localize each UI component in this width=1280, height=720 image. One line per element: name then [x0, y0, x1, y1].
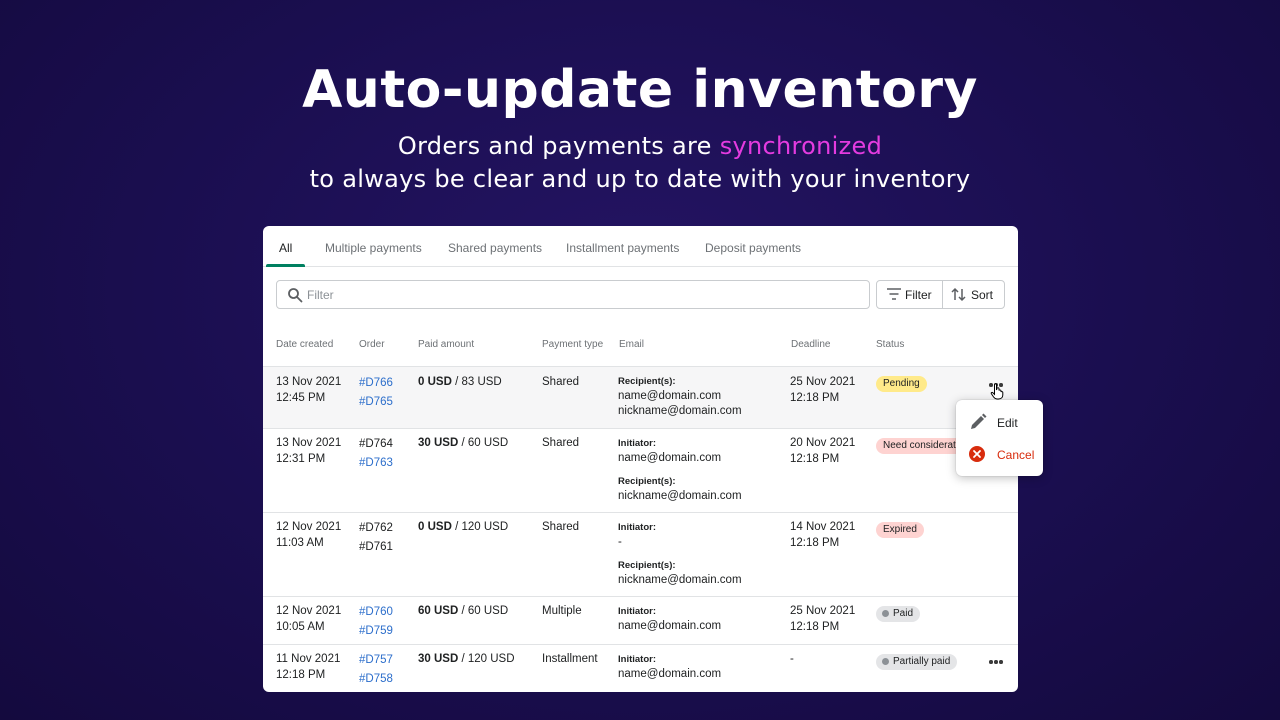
row-email-initiator: Initiator: name@domain.com — [618, 606, 722, 632]
filter-search-field[interactable] — [276, 280, 870, 309]
hero-subtitle-line2: to always be clear and up to date with y… — [309, 165, 971, 193]
row-paid-amount: 0 USD / 120 USD — [418, 521, 509, 533]
order-link[interactable]: #D763 — [359, 457, 393, 469]
order-link[interactable]: #D765 — [359, 396, 393, 408]
order-number: #D764 — [359, 438, 393, 450]
row-deadline: 14 Nov 2021 12:18 PM — [790, 521, 856, 549]
column-header-order[interactable]: Order — [359, 339, 385, 350]
more-horizontal-icon[interactable] — [989, 657, 1005, 667]
row-payment-type: Shared — [542, 376, 580, 388]
tab-all[interactable]: All — [279, 241, 292, 255]
subtitle-highlight: synchronized — [719, 132, 883, 160]
row-email-initiator: Initiator: name@domain.com — [618, 654, 722, 680]
row-paid-amount: 60 USD / 60 USD — [418, 605, 509, 617]
order-link[interactable]: #D757 — [359, 654, 393, 666]
pencil-icon — [971, 413, 987, 429]
row-paid-amount: 30 USD / 120 USD — [418, 653, 515, 665]
payments-card: All Multiple payments Shared payments In… — [263, 226, 1018, 692]
edit-menu-item[interactable]: Edit — [956, 407, 1043, 437]
sort-arrows-icon — [951, 287, 966, 302]
row-email: Recipient(s): name@domain.com nickname@dom… — [618, 376, 742, 417]
hero-subtitle-line1: Orders and payments are synchronized — [0, 132, 1280, 160]
filter-button[interactable]: Filter — [877, 281, 943, 308]
divider — [263, 366, 1018, 367]
order-link[interactable]: #D766 — [359, 377, 393, 389]
filter-input[interactable] — [307, 286, 847, 304]
tab-multiple-payments[interactable]: Multiple payments — [325, 241, 422, 255]
column-header-paid-amount[interactable]: Paid amount — [418, 339, 474, 350]
row-email-recipient: Recipient(s): nickname@domain.com — [618, 476, 742, 502]
status-badge: Pending — [876, 376, 927, 392]
column-header-deadline[interactable]: Deadline — [791, 339, 830, 350]
status-badge: Need considerat — [876, 438, 963, 454]
row-date: 12 Nov 2021 10:05 AM — [276, 605, 342, 633]
hand-pointer-icon — [990, 383, 1004, 400]
row-date: 13 Nov 2021 12:31 PM — [276, 437, 342, 465]
divider — [263, 644, 1018, 645]
row-orders: #D762 #D761 — [359, 519, 393, 557]
filter-sort-group: Filter Sort — [876, 280, 1005, 309]
row-orders: #D760 #D759 — [359, 603, 393, 641]
row-deadline: 25 Nov 2021 12:18 PM — [790, 376, 856, 404]
row-deadline: 20 Nov 2021 12:18 PM — [790, 437, 856, 465]
subtitle-text: Orders and payments are — [397, 132, 720, 160]
tab-installment-payments[interactable]: Installment payments — [566, 241, 679, 255]
row-orders: #D764 #D763 — [359, 435, 393, 473]
status-badge: Paid — [876, 606, 921, 622]
row-orders: #D766 #D765 — [359, 374, 393, 412]
order-link[interactable]: #D760 — [359, 606, 393, 618]
row-deadline: 25 Nov 2021 12:18 PM — [790, 605, 856, 633]
row-email-recipient: Recipient(s): nickname@domain.com — [618, 560, 742, 586]
order-link[interactable]: #D759 — [359, 625, 393, 637]
tab-deposit-payments[interactable]: Deposit payments — [705, 241, 801, 255]
tab-shared-payments[interactable]: Shared payments — [448, 241, 542, 255]
column-header-email[interactable]: Email — [619, 339, 644, 350]
row-payment-type: Shared — [542, 437, 580, 449]
hero-title: Auto-update inventory — [302, 60, 978, 120]
filter-button-label: Filter — [905, 288, 932, 302]
column-header-status[interactable]: Status — [876, 339, 904, 350]
row-date: 12 Nov 2021 11:03 AM — [276, 521, 342, 549]
order-number: #D762 — [359, 522, 393, 534]
status-badge: Expired — [876, 522, 924, 538]
column-header-date-created[interactable]: Date created — [276, 339, 333, 350]
column-header-payment-type[interactable]: Payment type — [542, 339, 603, 350]
order-link[interactable]: #D758 — [359, 673, 393, 685]
row-orders: #D757 #D758 — [359, 651, 393, 689]
edit-label: Edit — [997, 416, 1018, 430]
active-tab-indicator — [266, 264, 305, 267]
row-payment-type: Installment — [542, 653, 598, 665]
row-date: 11 Nov 2021 12:18 PM — [276, 653, 341, 681]
status-badge: Partially paid — [876, 654, 958, 670]
row-deadline: - — [790, 653, 794, 665]
cancel-menu-item[interactable]: Cancel — [956, 439, 1043, 469]
filter-lines-icon — [887, 288, 901, 300]
cancel-circle-icon — [969, 446, 985, 462]
row-date: 13 Nov 2021 12:45 PM — [276, 376, 342, 404]
divider — [263, 512, 1018, 513]
sort-button[interactable]: Sort — [943, 281, 1005, 308]
tab-bar: All Multiple payments Shared payments In… — [263, 226, 1018, 267]
divider — [263, 596, 1018, 597]
row-paid-amount: 0 USD / 83 USD — [418, 376, 502, 388]
row-email-initiator: Initiator: name@domain.com — [618, 438, 722, 464]
row-payment-type: Shared — [542, 521, 580, 533]
search-icon — [288, 288, 303, 303]
row-email-initiator: Initiator: - — [618, 522, 656, 548]
divider — [263, 428, 1018, 429]
cancel-label: Cancel — [997, 448, 1035, 462]
sort-button-label: Sort — [971, 288, 994, 302]
row-actions-menu: Edit Cancel — [956, 400, 1043, 476]
row-paid-amount: 30 USD / 60 USD — [418, 437, 509, 449]
order-number: #D761 — [359, 541, 393, 553]
row-payment-type: Multiple — [542, 605, 582, 617]
